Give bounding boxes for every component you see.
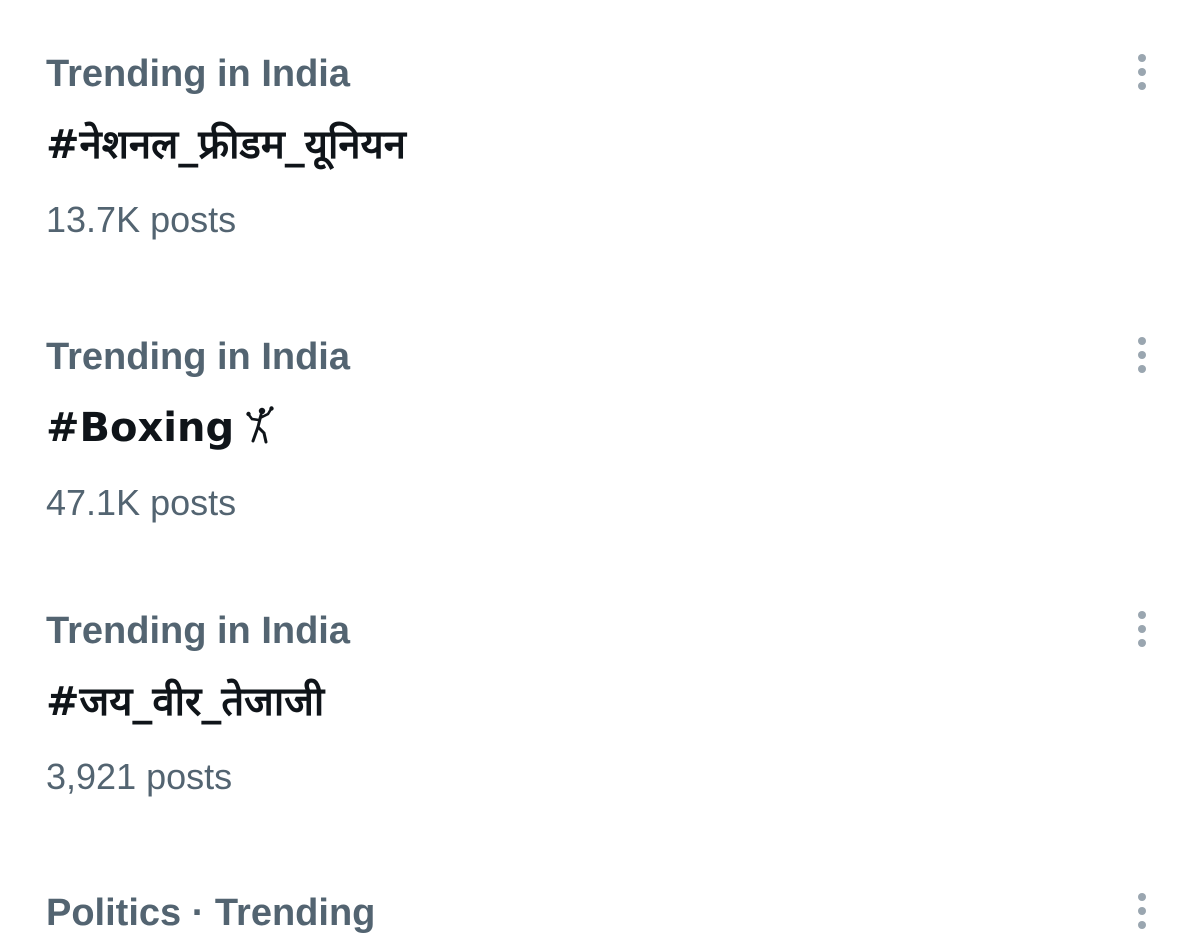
more-vertical-icon (1138, 893, 1146, 901)
trend-topic: #जय_वीर_तेजाजी (46, 679, 325, 725)
more-vertical-icon (1138, 54, 1146, 62)
trend-topic-wrapper: #Boxing (46, 403, 274, 453)
boxer-icon (246, 406, 274, 444)
trend-item[interactable]: Trending in India #Boxing 47.1K posts (0, 283, 1200, 559)
trend-context: Trending in India (46, 336, 350, 378)
more-vertical-icon (1138, 337, 1146, 345)
trending-list: Trending in India #नेशनल_फ्रीडम_यूनियन 1… (0, 0, 1200, 946)
trend-context: Politics · Trending (46, 892, 376, 934)
trend-post-count: 47.1K posts (46, 482, 237, 523)
trend-item[interactable]: Trending in India #नेशनल_फ्रीडम_यूनियन 1… (0, 0, 1200, 276)
trend-item[interactable]: Politics · Trending (0, 839, 1200, 946)
trend-context: Trending in India (46, 610, 350, 652)
more-vertical-icon (1138, 611, 1146, 619)
more-options-button[interactable] (1120, 887, 1164, 935)
trend-post-count: 3,921 posts (46, 756, 233, 797)
more-options-button[interactable] (1120, 605, 1164, 653)
trend-topic: #नेशनल_फ्रीडम_यूनियन (46, 122, 406, 168)
trend-post-count: 13.7K posts (46, 199, 237, 240)
more-options-button[interactable] (1120, 331, 1164, 379)
trend-item[interactable]: Trending in India #जय_वीर_तेजाजी 3,921 p… (0, 557, 1200, 833)
trend-context: Trending in India (46, 53, 350, 95)
more-options-button[interactable] (1120, 48, 1164, 96)
trend-topic: #Boxing (46, 405, 235, 451)
